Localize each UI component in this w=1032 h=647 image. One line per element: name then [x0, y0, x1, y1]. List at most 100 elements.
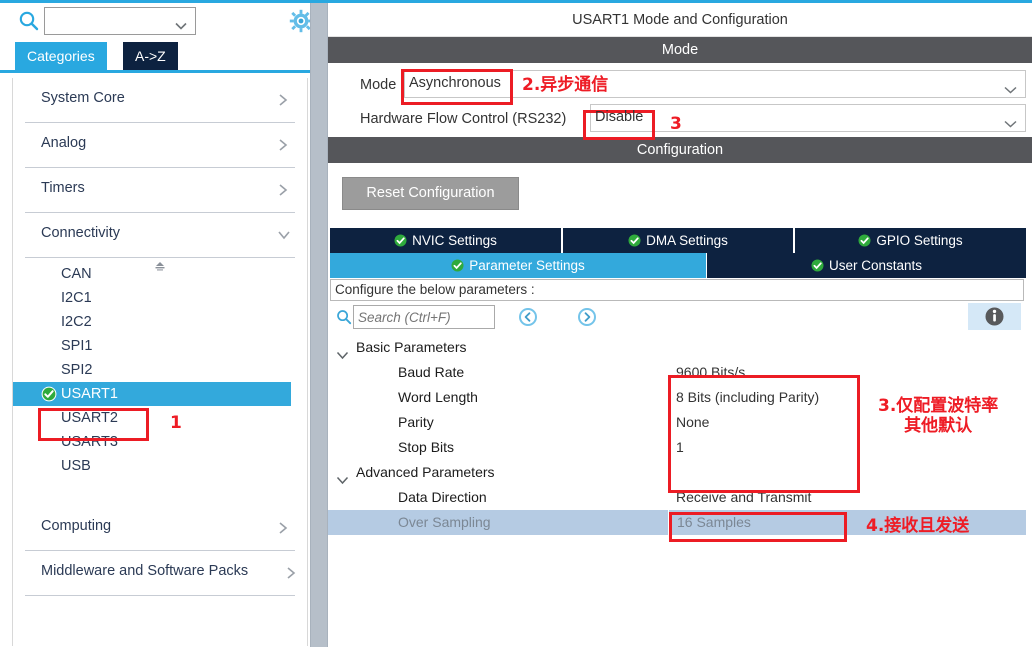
- category-tabbar: Categories A->Z: [0, 42, 310, 73]
- category-label: System Core: [41, 90, 125, 106]
- nav-forward-icon[interactable]: [577, 307, 597, 327]
- green-check-icon: [394, 230, 407, 247]
- info-button[interactable]: [968, 303, 1021, 330]
- chevron-down-icon: [1004, 81, 1017, 94]
- param-row-baud-rate[interactable]: Baud Rate 9600 Bits/s: [328, 360, 1026, 385]
- group-label: Advanced Parameters: [356, 464, 495, 480]
- item-label: CAN: [61, 266, 92, 282]
- tab-parameter-settings[interactable]: Parameter Settings: [330, 253, 706, 278]
- chevron-right-icon: [285, 566, 297, 580]
- category-label: Computing: [41, 518, 112, 534]
- parameter-toolbar: [328, 303, 1026, 331]
- left-component-panel: Categories A->Z System Core Analog Timer…: [0, 3, 310, 647]
- annotation-line-2: 其他默认: [904, 415, 973, 436]
- category-label: Analog: [41, 135, 87, 151]
- component-search-row: [0, 3, 310, 41]
- green-check-icon: [628, 230, 641, 247]
- param-label: Over Sampling: [398, 514, 491, 530]
- annotation-label-1: 1: [170, 413, 182, 433]
- item-label: USART1: [61, 386, 118, 402]
- mode-label: Mode: [360, 77, 397, 93]
- param-label: Word Length: [398, 389, 478, 405]
- sidebar-item-i2c1[interactable]: I2C1: [13, 286, 307, 310]
- chevron-down-icon: [175, 17, 187, 30]
- category-analog[interactable]: Analog: [25, 123, 295, 168]
- gear-icon[interactable]: [289, 9, 310, 33]
- annotation-line-1: 3.仅配置波特率: [878, 396, 999, 416]
- param-value: 1: [676, 439, 684, 455]
- configure-hint-bar: Configure the below parameters :: [330, 279, 1024, 301]
- sidebar-item-usart1[interactable]: USART1: [13, 382, 291, 406]
- stm32cubemx-window: Categories A->Z System Core Analog Timer…: [0, 0, 1032, 647]
- annotation-label-2: 2.异步通信: [522, 75, 609, 95]
- green-check-icon: [451, 255, 464, 272]
- param-value: 9600 Bits/s: [676, 364, 746, 380]
- connectivity-item-list: CAN I2C1 I2C2 SPI1 SPI2 USART1 USART2 US…: [13, 258, 307, 478]
- reset-configuration-button[interactable]: Reset Configuration: [342, 177, 519, 210]
- chevron-right-icon: [277, 183, 289, 197]
- sidebar-item-spi1[interactable]: SPI1: [13, 334, 307, 358]
- category-system-core[interactable]: System Core: [25, 78, 295, 123]
- nav-back-icon[interactable]: [518, 307, 538, 327]
- param-label: Stop Bits: [398, 439, 455, 455]
- search-icon: [336, 309, 352, 325]
- category-timers[interactable]: Timers: [25, 168, 295, 213]
- green-check-icon: [41, 386, 57, 402]
- component-search-combo[interactable]: [44, 7, 196, 35]
- component-search-input[interactable]: [48, 10, 170, 32]
- chevron-right-icon: [277, 93, 289, 107]
- group-label: Basic Parameters: [356, 339, 467, 355]
- param-label: Baud Rate: [398, 364, 465, 380]
- parameter-search-input[interactable]: [354, 306, 494, 328]
- hardware-flow-control-select[interactable]: [590, 104, 1026, 132]
- configuration-section-header: Configuration: [328, 137, 1032, 163]
- param-value: None: [676, 414, 710, 430]
- param-label: Parity: [398, 414, 434, 430]
- tab-categories[interactable]: Categories: [15, 42, 107, 70]
- category-connectivity[interactable]: Connectivity: [25, 213, 295, 258]
- tab-user-constants[interactable]: User Constants: [707, 253, 1026, 278]
- tab-label: GPIO Settings: [876, 233, 963, 248]
- param-group-advanced-parameters[interactable]: Advanced Parameters: [328, 460, 1026, 485]
- settings-tabbar-row1: NVIC Settings DMA Settings GPIO Settings: [328, 228, 1026, 253]
- chevron-down-icon: [1004, 115, 1017, 128]
- category-middleware-and-software-packs[interactable]: Middleware and Software Packs: [25, 551, 297, 596]
- sidebar-item-spi2[interactable]: SPI2: [13, 358, 307, 382]
- hardware-flow-control-value: Disable: [595, 109, 644, 125]
- sidebar-item-can[interactable]: CAN: [13, 262, 307, 286]
- mode-section-header: Mode: [328, 37, 1032, 63]
- mode-value: Asynchronous: [409, 75, 501, 91]
- panel-splitter[interactable]: [310, 3, 328, 647]
- sidebar-item-usart2[interactable]: USART2: [13, 406, 307, 430]
- item-label: I2C2: [61, 314, 92, 330]
- green-check-icon: [858, 230, 871, 247]
- tab-label: NVIC Settings: [412, 233, 497, 248]
- param-label: Data Direction: [398, 489, 487, 505]
- tab-a-to-z[interactable]: A->Z: [123, 42, 178, 70]
- tab-dma-settings[interactable]: DMA Settings: [563, 228, 793, 253]
- page-title: USART1 Mode and Configuration: [328, 3, 1032, 37]
- item-label: SPI1: [61, 338, 93, 354]
- item-label: USART3: [61, 434, 118, 450]
- param-value: Receive and Transmit: [676, 489, 812, 505]
- tab-gpio-settings[interactable]: GPIO Settings: [795, 228, 1026, 253]
- sidebar-item-i2c2[interactable]: I2C2: [13, 310, 307, 334]
- item-label: USB: [61, 458, 91, 474]
- chevron-right-icon: [277, 521, 289, 535]
- annotation-label-4: 3.仅配置波特率 其他默认: [878, 396, 999, 436]
- hardware-flow-control-label: Hardware Flow Control (RS232): [360, 111, 567, 127]
- param-group-basic-parameters[interactable]: Basic Parameters: [328, 335, 1026, 360]
- parameter-search-box[interactable]: [353, 305, 495, 329]
- sidebar-item-usb[interactable]: USB: [13, 454, 307, 478]
- category-label: Connectivity: [41, 225, 120, 241]
- component-tree: System Core Analog Timers Connectivity C…: [12, 78, 308, 646]
- param-row-stop-bits[interactable]: Stop Bits 1: [328, 435, 1026, 460]
- category-computing[interactable]: Computing: [25, 506, 295, 551]
- sidebar-item-usart3[interactable]: USART3: [13, 430, 307, 454]
- param-value: 8 Bits (including Parity): [676, 389, 820, 405]
- param-row-data-direction[interactable]: Data Direction Receive and Transmit: [328, 485, 1026, 510]
- tab-label: DMA Settings: [646, 233, 728, 248]
- settings-tabbar-row2: Parameter Settings User Constants: [328, 253, 1026, 278]
- tab-nvic-settings[interactable]: NVIC Settings: [330, 228, 561, 253]
- tab-label: User Constants: [828, 258, 923, 273]
